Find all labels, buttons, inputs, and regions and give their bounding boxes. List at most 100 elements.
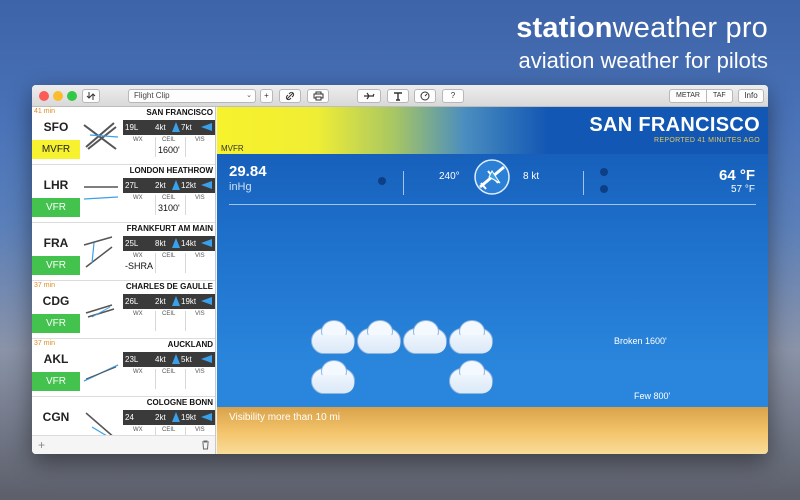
hero-subtitle: aviation weather for pilots xyxy=(518,48,768,73)
runway-label: 19L xyxy=(125,123,139,132)
add-station-button[interactable]: + xyxy=(38,438,45,452)
flight-category-badge: MVFR xyxy=(32,140,80,159)
runway-diagram-icon xyxy=(85,304,115,318)
info-button-label: Info xyxy=(744,91,758,100)
flight-category-badge: VFR xyxy=(32,198,80,217)
runway-diagram-icon xyxy=(83,364,119,382)
trash-icon[interactable] xyxy=(201,440,210,450)
temperature: 64 °F xyxy=(718,167,755,184)
divider xyxy=(185,195,186,215)
ceil-label: CEIL xyxy=(162,369,176,375)
station-age: 37 min xyxy=(34,340,56,347)
cloud-icon xyxy=(311,320,355,354)
wind-speed: 4kt xyxy=(155,355,166,364)
link-button[interactable] xyxy=(279,89,301,103)
divider xyxy=(155,195,156,215)
print-button[interactable] xyxy=(307,89,329,103)
gauge-button[interactable] xyxy=(414,89,436,103)
wind-bar: 26L 2kt 19kt xyxy=(123,294,215,309)
station-name: FRANKFURT AM MAIN xyxy=(126,224,213,233)
wind-arrow-icon xyxy=(172,122,180,132)
station-row[interactable]: 37 min AKL VFR AUCKLAND 23L 4kt 5kt WX C… xyxy=(32,339,215,397)
report-age: REPORTED 41 MINUTES AGO xyxy=(654,137,760,144)
crosswind-speed: 19kt xyxy=(181,413,197,422)
wx-label: WX xyxy=(133,369,143,375)
ceil-label: CEIL xyxy=(162,137,176,143)
wind-speed: 2kt xyxy=(155,181,166,190)
crosswind-speed: 5kt xyxy=(181,355,192,364)
app-window: Flight Clip ⌄ + ? METAR TAF Info 41 min … xyxy=(32,85,768,454)
altimeter-unit: inHg xyxy=(229,181,252,193)
link-icon xyxy=(285,91,295,101)
station-row[interactable]: FRA VFR FRANKFURT AM MAIN 25L 8kt 14kt W… xyxy=(32,223,215,281)
wind-bar: 25L 8kt 14kt xyxy=(123,236,215,251)
flight-button[interactable] xyxy=(357,89,381,103)
sidebar-footer: + xyxy=(32,435,215,454)
crosswind-speed: 19kt xyxy=(181,297,197,306)
station-code: LHR xyxy=(43,178,69,192)
wx-label: WX xyxy=(133,427,143,433)
wind-bar: 23L 4kt 5kt xyxy=(123,352,215,367)
cloud-icon xyxy=(449,360,493,394)
close-window-button[interactable] xyxy=(39,91,49,101)
segment-taf[interactable]: TAF xyxy=(705,90,732,102)
station-row[interactable]: 41 min SFO MVFR SAN FRANCISCO 19L 4kt 7k… xyxy=(32,107,215,165)
wind-arrow-icon xyxy=(172,412,180,422)
dewpoint: 57 °F xyxy=(730,184,755,195)
clip-select[interactable]: Flight Clip ⌄ xyxy=(128,89,256,103)
segment-metar[interactable]: METAR xyxy=(670,90,706,102)
wind-speed: 2kt xyxy=(155,413,166,422)
divider xyxy=(583,171,584,195)
hero-title-rest: weather pro xyxy=(612,12,768,44)
help-button[interactable]: ? xyxy=(442,89,464,103)
plus-icon: + xyxy=(264,91,269,100)
download-icon xyxy=(86,92,96,100)
vis-label: VIS xyxy=(195,195,205,201)
cloud-icon xyxy=(449,320,493,354)
wind-bar: 24 2kt 19kt xyxy=(123,410,215,425)
hero-title-bold: station xyxy=(516,12,613,44)
station-code: CDG xyxy=(42,294,70,308)
crosswind-arrow-icon xyxy=(201,123,212,131)
info-button[interactable]: Info xyxy=(738,89,764,103)
wind-speed: 4kt xyxy=(155,123,166,132)
visibility-label: Visibility more than 10 mi xyxy=(229,412,340,423)
titlebar: Flight Clip ⌄ + ? METAR TAF Info xyxy=(32,85,768,107)
ceil-label: CEIL xyxy=(162,311,176,317)
wind-compass-icon xyxy=(474,159,510,195)
wx-label: WX xyxy=(133,253,143,259)
runway-diagram-icon xyxy=(83,122,119,150)
download-button[interactable] xyxy=(82,89,100,103)
wind-speed: 8 kt xyxy=(523,171,540,182)
gauge-icon xyxy=(420,91,430,101)
tower-button[interactable] xyxy=(387,89,409,103)
vis-label: VIS xyxy=(195,427,205,433)
vis-label: VIS xyxy=(195,311,205,317)
runway-label: 27L xyxy=(125,181,139,190)
chevron-down-icon: ⌄ xyxy=(246,92,252,99)
station-row[interactable]: 37 min CDG VFR CHARLES DE GAULLE 26L 2kt… xyxy=(32,281,215,339)
wx-label: WX xyxy=(133,195,143,201)
dew-indicator-dot xyxy=(600,185,608,193)
station-row[interactable]: LHR VFR LONDON HEATHROW 27L 2kt 12kt WX … xyxy=(32,165,215,223)
crosswind-arrow-icon xyxy=(201,413,212,421)
wind-speed: 8kt xyxy=(155,239,166,248)
flight-category-label: MVFR xyxy=(221,144,244,153)
cloud-layer-label: Few 800' xyxy=(634,391,671,401)
crosswind-speed: 7kt xyxy=(181,123,192,132)
minimize-window-button[interactable] xyxy=(53,91,63,101)
wind-speed: 2kt xyxy=(155,297,166,306)
divider xyxy=(185,311,186,331)
station-name: AUCKLAND xyxy=(167,340,213,349)
cloud-icon xyxy=(311,360,355,394)
wind-bar: 19L 4kt 7kt xyxy=(123,120,215,135)
station-age: 37 min xyxy=(34,282,56,289)
divider xyxy=(185,253,186,273)
crosswind-speed: 14kt xyxy=(181,239,197,248)
tower-icon xyxy=(394,92,402,101)
zoom-window-button[interactable] xyxy=(67,91,77,101)
add-clip-button[interactable]: + xyxy=(260,89,273,103)
report-type-segment: METAR TAF xyxy=(669,89,733,103)
vis-label: VIS xyxy=(195,369,205,375)
hero-title: stationweather pro xyxy=(516,12,768,45)
